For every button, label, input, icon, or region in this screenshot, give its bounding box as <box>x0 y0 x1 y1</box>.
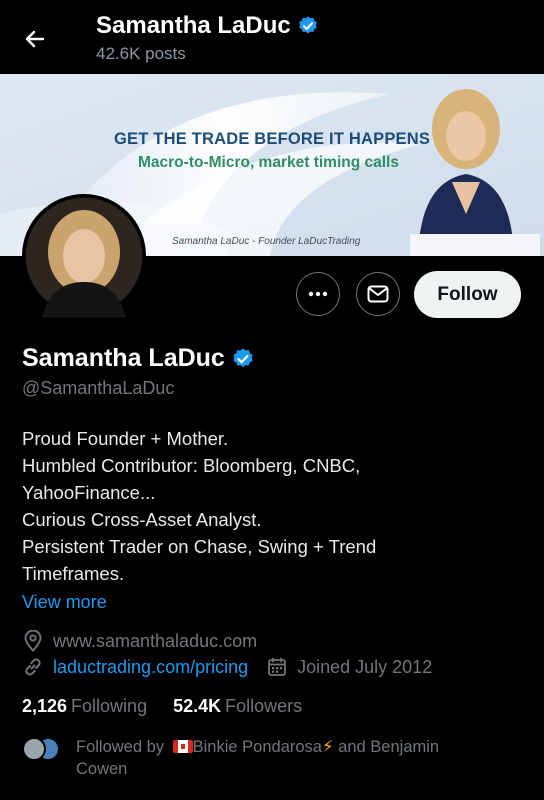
follower-name-2: Cowen <box>76 760 128 778</box>
bio-line: Humbled Contributor: Bloomberg, CNBC, <box>22 455 361 476</box>
website-joined-row: laductrading.com/pricing Joined July 201… <box>22 656 432 678</box>
followers-label: Followers <box>225 696 303 716</box>
envelope-icon <box>367 285 389 303</box>
post-count: 42.6K posts <box>96 44 186 63</box>
followed-by-prefix: Followed by <box>76 738 165 756</box>
followed-by-section[interactable]: Followed by Binkie Pondarosa⚡ and Benjam… <box>22 736 502 780</box>
banner-headline: GET THE TRADE BEFORE IT HAPPENS <box>114 130 431 148</box>
more-dots-icon <box>308 291 328 297</box>
lightning-icon: ⚡ <box>321 738 334 756</box>
view-more-link[interactable]: View more <box>22 592 107 613</box>
avatar-image <box>22 194 146 318</box>
message-button[interactable] <box>356 272 400 316</box>
profile-name-row: Samantha LaDuc <box>22 344 255 373</box>
banner-subline: Macro-to-Micro, market timing calls <box>138 154 399 171</box>
follower-name-1: Binkie Pondarosa <box>192 738 322 756</box>
verified-badge-icon <box>298 16 317 34</box>
location-pin-icon <box>22 630 44 652</box>
link-icon <box>22 656 44 678</box>
following-count: 2,126 <box>22 696 68 716</box>
back-arrow-icon <box>25 30 45 48</box>
followers-link[interactable]: 52.4K Followers <box>173 696 302 717</box>
banner-caption: Samantha LaDuc - Founder LaDucTrading <box>172 236 361 247</box>
followed-by-avatars <box>22 737 68 763</box>
profile-handle: @SamanthaLaDuc <box>22 378 175 398</box>
website-link[interactable]: laductrading.com/pricing <box>53 657 248 678</box>
profile-name: Samantha LaDuc <box>22 344 225 372</box>
follower-avatar <box>22 737 46 761</box>
following-label: Following <box>71 696 148 716</box>
verified-badge-icon[interactable] <box>231 347 255 371</box>
canada-flag-icon <box>172 740 193 753</box>
back-button[interactable] <box>18 22 52 56</box>
top-bar: Samantha LaDuc 42.6K posts <box>0 0 544 74</box>
followed-by-text: Followed by Binkie Pondarosa⚡ and Benjam… <box>76 736 439 780</box>
followers-count: 52.4K <box>173 696 222 716</box>
more-options-button[interactable] <box>296 272 340 316</box>
location-text: www.samanthaladuc.com <box>53 630 258 651</box>
profile-avatar[interactable] <box>22 194 146 318</box>
bio-line: Timeframes. <box>22 563 125 584</box>
location-row: www.samanthaladuc.com <box>22 630 257 652</box>
bio-line: YahooFinance... <box>22 482 156 503</box>
header-title-row: Samantha LaDuc <box>96 12 319 40</box>
header-title: Samantha LaDuc <box>96 12 291 39</box>
joined-date: Joined July 2012 <box>297 656 433 677</box>
profile-bio: Proud Founder + Mother. Humbled Contribu… <box>22 425 502 587</box>
follow-button[interactable]: Follow <box>414 271 521 318</box>
bio-line: Persistent Trader on Chase, Swing + Tren… <box>22 536 377 557</box>
followed-by-connector: and Benjamin <box>338 738 440 756</box>
bio-line: Proud Founder + Mother. <box>22 428 229 449</box>
following-link[interactable]: 2,126 Following <box>22 696 147 717</box>
bio-line: Curious Cross-Asset Analyst. <box>22 509 262 530</box>
calendar-icon <box>266 656 288 678</box>
follow-stats: 2,126 Following 52.4K Followers <box>22 696 302 717</box>
